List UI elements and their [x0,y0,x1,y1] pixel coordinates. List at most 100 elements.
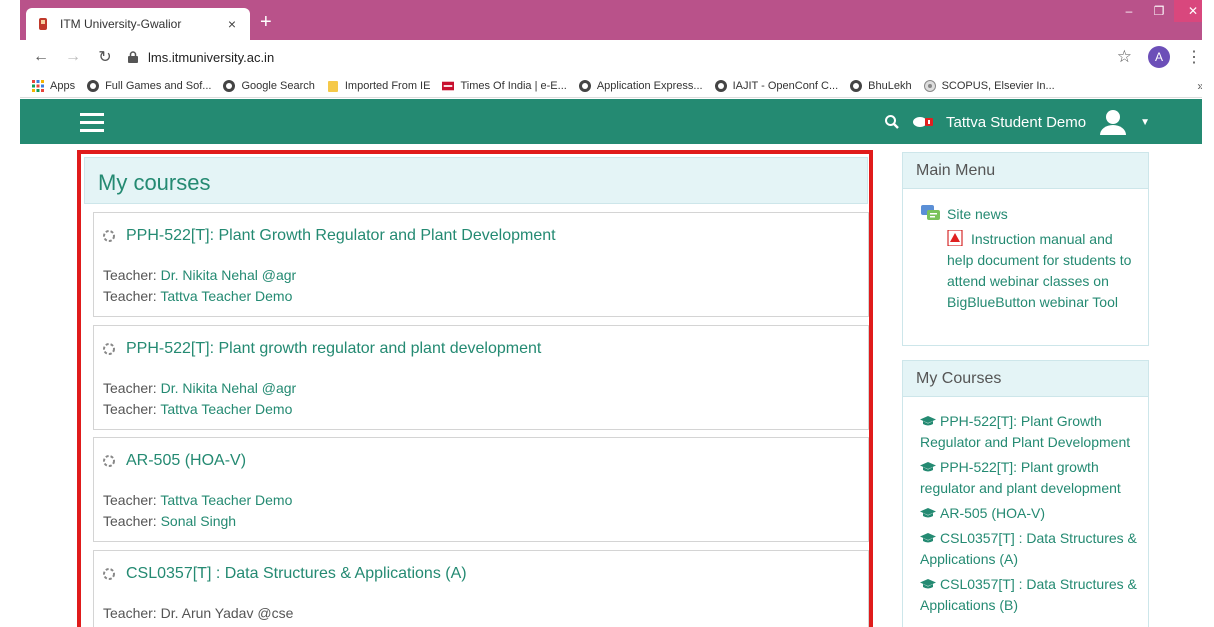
page-content: My courses PPH-522[T]: Plant Growth Regu… [20,144,1202,627]
bookmark-label: Full Games and Sof... [105,79,212,92]
site-news-label: Site news [947,206,1008,222]
course-card: PPH-522[T]: Plant Growth Regulator and P… [93,212,869,317]
graduation-cap-icon [920,533,936,543]
course-card: AR-505 (HOA-V) Teacher: Tattva Teacher D… [93,437,869,542]
side-course-item[interactable]: CSL0357[T] : Data Structures & Applicati… [920,574,1142,616]
side-course-item[interactable]: PPH-522[T]: Plant growth regulator and p… [920,457,1142,499]
course-link[interactable]: CSL0357[T] : Data Structures & Applicati… [102,565,467,583]
bookmark-label: BhuLekh [868,79,912,92]
course-icon [103,230,115,242]
browser-tab[interactable]: ITM University-Gwalior × [26,8,250,40]
url-field[interactable]: lms.itmuniversity.ac.in [128,50,274,65]
bookmark-star-icon[interactable]: ☆ [1117,47,1132,67]
profile-avatar[interactable]: A [1148,46,1170,68]
maximize-button[interactable]: ❐ [1144,0,1174,22]
my-courses-block: My courses PPH-522[T]: Plant Growth Regu… [77,150,873,627]
globe-icon [578,79,591,92]
course-icon [103,343,115,355]
globe-icon [850,79,863,92]
course-title: AR-505 (HOA-V) [126,452,247,469]
hamburger-menu-icon[interactable] [80,113,104,137]
course-card: CSL0357[T] : Data Structures & Applicati… [93,550,869,627]
my-courses-header: My courses [84,157,868,204]
bookmark-label: IAJIT - OpenConf C... [732,79,839,92]
bookmark-label: SCOPUS, Elsevier In... [941,79,1055,92]
bookmark-label: Times Of India | e-E... [460,79,567,92]
folder-icon [327,80,339,92]
course-link[interactable]: PPH-522[T]: Plant Growth Regulator and P… [102,227,556,245]
messages-icon[interactable] [912,115,934,129]
globe-icon [223,79,236,92]
bookmark-label: Google Search [241,79,315,92]
teacher-link[interactable]: Tattva Teacher Demo [160,288,292,304]
new-tab-button[interactable]: + [260,12,272,32]
course-card: PPH-522[T]: Plant growth regulator and p… [93,325,869,430]
main-menu-block: Main Menu Site news Instruction manual a… [902,152,1149,346]
forum-icon [921,205,940,220]
bookmark-google-search[interactable]: Google Search [223,79,315,92]
bookmark-times-of-india[interactable]: Times Of India | e-E... [442,79,567,92]
globe-icon [87,79,100,92]
teacher-line: Teacher: Tattva Teacher Demo [103,492,293,508]
bookmark-application-express[interactable]: Application Express... [578,79,703,92]
tab-title: ITM University-Gwalior [60,17,182,31]
toi-icon [442,80,455,92]
browser-menu-icon[interactable]: ⋮ [1186,47,1202,67]
bookmarks-bar: Apps Full Games and Sof... Google Search… [20,74,1202,98]
user-avatar[interactable] [1098,107,1128,137]
page-scrollbar[interactable]: ▲ [1210,99,1214,627]
teacher-link[interactable]: Tattva Teacher Demo [160,401,292,417]
teacher-link[interactable]: Dr. Nikita Nehal @agr [161,267,297,283]
teacher-line: Teacher: Dr. Arun Yadav @cse [103,605,294,621]
user-name[interactable]: Tattva Student Demo [946,114,1086,131]
graduation-cap-icon [920,579,936,589]
bookmark-apps[interactable]: Apps [32,79,75,92]
tab-close-icon[interactable]: × [224,16,240,32]
teacher-line: Teacher: Tattva Teacher Demo [103,288,293,304]
search-icon[interactable] [884,114,900,130]
bookmark-iajit[interactable]: IAJIT - OpenConf C... [714,79,839,92]
user-menu-caret-icon[interactable]: ▼ [1140,117,1150,128]
bookmark-full-games[interactable]: Full Games and Sof... [87,79,212,92]
minimize-button[interactable]: – [1114,0,1144,22]
side-course-item[interactable]: PPH-522[T]: Plant Growth Regulator and P… [920,411,1142,453]
graduation-cap-icon [920,416,936,426]
course-title: PPH-522[T]: Plant Growth Regulator and P… [126,227,556,244]
forward-arrow-icon[interactable]: → [62,48,84,66]
teacher-link[interactable]: Sonal Singh [161,513,237,529]
teacher-line: Teacher: Dr. Nikita Nehal @agr [103,380,297,396]
instruction-manual-label: Instruction manual and help document for… [947,231,1132,310]
bookmarks-overflow-icon[interactable]: » [1197,79,1202,93]
scopus-icon [923,79,936,92]
side-my-courses-title: My Courses [903,361,1148,397]
close-window-button[interactable]: ✕ [1174,0,1202,22]
course-title: PPH-522[T]: Plant growth regulator and p… [126,340,542,357]
course-icon [103,455,115,467]
course-link[interactable]: PPH-522[T]: Plant growth regulator and p… [102,340,541,358]
teacher-name[interactable]: Dr. Arun Yadav @cse [161,605,294,621]
teacher-link[interactable]: Dr. Nikita Nehal @agr [161,380,297,396]
bookmark-scopus[interactable]: SCOPUS, Elsevier In... [923,79,1055,92]
graduation-cap-icon [920,508,936,518]
address-bar-actions: ☆ A ⋮ [1117,46,1202,68]
browser-window: ITM University-Gwalior × + – ❐ ✕ ← → ↻ l… [0,0,1214,627]
site-news-link[interactable]: Site news [921,205,1008,223]
instruction-manual-link[interactable]: Instruction manual and help document for… [947,229,1137,313]
side-my-courses-block: My Courses PPH-522[T]: Plant Growth Regu… [902,360,1149,627]
tab-bar: ITM University-Gwalior × + – ❐ ✕ [20,0,1202,40]
window-controls: – ❐ ✕ [1114,0,1202,22]
bookmark-bhulekh[interactable]: BhuLekh [850,79,912,92]
url-text: lms.itmuniversity.ac.in [148,49,275,65]
teacher-link[interactable]: Tattva Teacher Demo [160,492,292,508]
teacher-line: Teacher: Sonal Singh [103,513,237,529]
bookmark-label: Imported From IE [344,79,431,92]
side-course-item[interactable]: AR-505 (HOA-V) [920,503,1142,524]
site-favicon-icon [36,17,50,31]
reload-icon[interactable]: ↻ [94,47,116,67]
bookmark-imported-from-ie[interactable]: Imported From IE [327,79,431,92]
course-link[interactable]: AR-505 (HOA-V) [102,452,246,470]
side-course-item[interactable]: CSL0357[T] : Data Structures & Applicati… [920,528,1142,570]
back-arrow-icon[interactable]: ← [30,48,52,66]
teacher-line: Teacher: Dr. Nikita Nehal @agr [103,267,297,283]
graduation-cap-icon [920,462,936,472]
